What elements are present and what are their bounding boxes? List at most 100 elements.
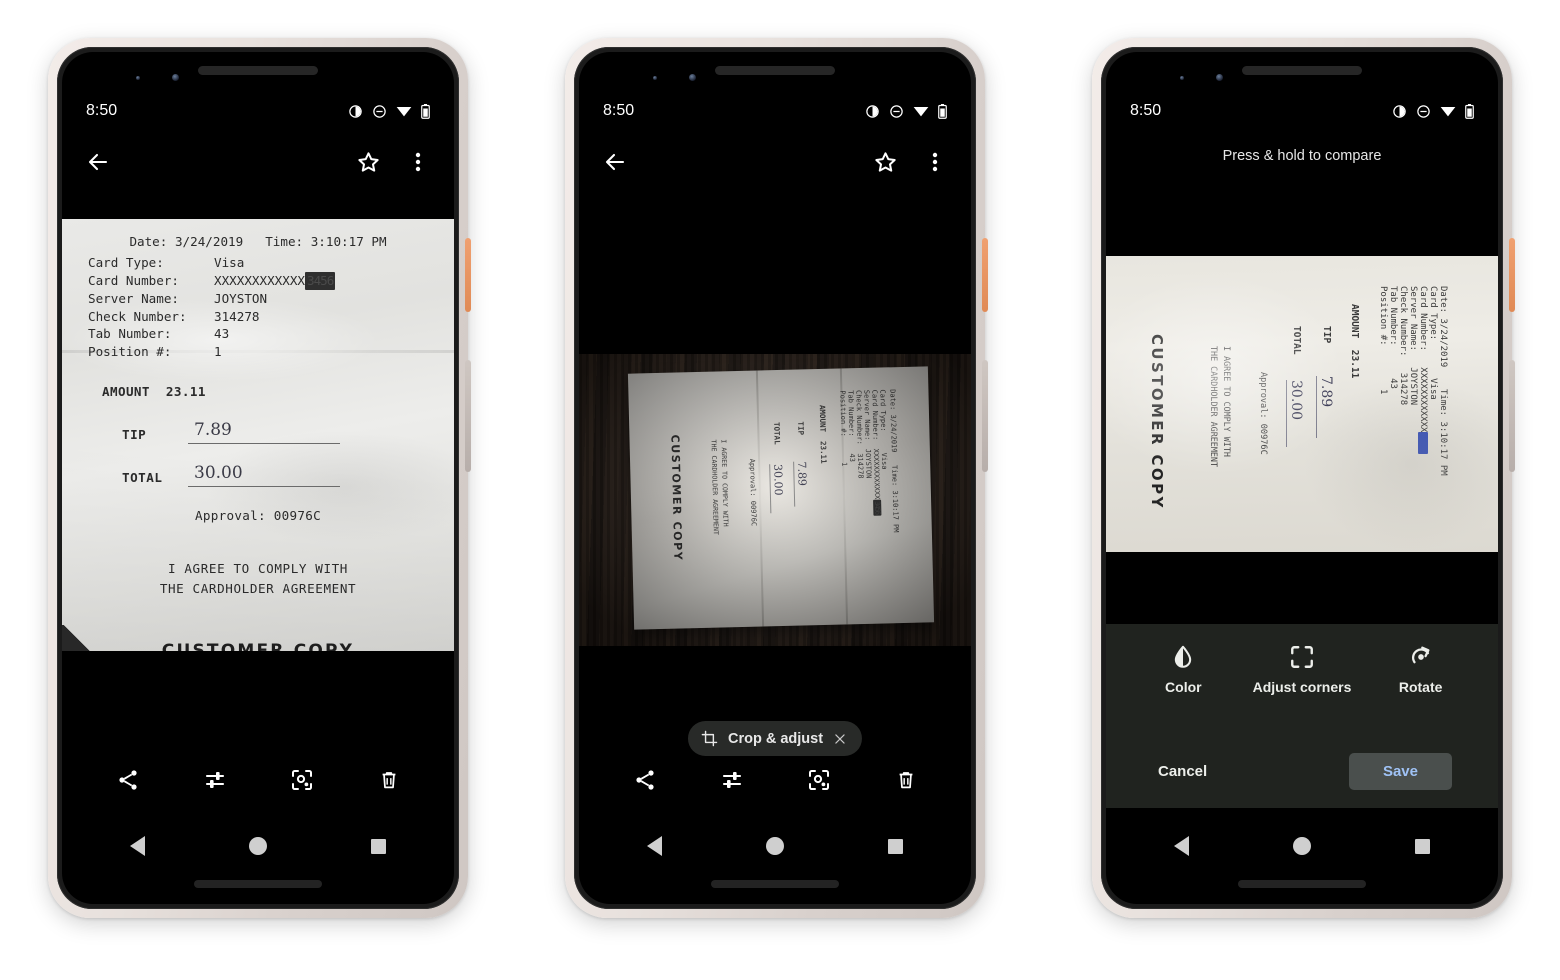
rot-tip-label: TIP (1321, 326, 1332, 343)
tool-rotate[interactable]: Rotate (1366, 644, 1476, 697)
tune-icon[interactable] (718, 766, 746, 794)
share-icon[interactable] (114, 766, 142, 794)
crop-and-adjust-chip[interactable]: Crop & adjust (687, 721, 863, 756)
volume-button[interactable] (465, 360, 471, 472)
original-photo[interactable]: Date: 3/24/2019 Time: 3:10:17 PM Card Ty… (579, 354, 971, 646)
redacted-digits: 3456 (305, 271, 336, 290)
rot-total-value: 30.00 (769, 463, 786, 514)
rot-field-5: Position #: 1 (838, 390, 848, 466)
nav-back-icon[interactable] (130, 836, 145, 856)
field-value: Visa (879, 452, 889, 470)
field-value: 43 (1388, 378, 1398, 389)
total-label: TOTAL (122, 470, 163, 486)
rotated-receipt-text: Date: 3/24/2019 Time: 3:10:17 PM Card Ty… (1106, 256, 1498, 552)
star-icon[interactable] (871, 148, 899, 176)
receipt-date-value: 3/24/2019 (174, 234, 244, 249)
tune-icon[interactable] (201, 766, 229, 794)
battery-icon (938, 103, 947, 119)
status-bar: 8:50 (1106, 98, 1498, 124)
field-key: Position #: (88, 344, 172, 360)
receipt-time-value: 3:10:17 PM (890, 490, 900, 533)
tip-value: 7.89 (188, 418, 340, 445)
customer-copy-text: CUSTOMER COPY (1148, 334, 1166, 510)
receipt-date-label: Date: (129, 234, 168, 249)
cancel-button[interactable]: Cancel (1152, 753, 1213, 790)
bottom-speaker (711, 880, 839, 888)
rotated-receipt-preview[interactable]: Date: 3/24/2019 Time: 3:10:17 PM Card Ty… (1106, 256, 1498, 552)
tool-adjust-corners[interactable]: Adjust corners (1247, 644, 1357, 697)
agreement-line-2: THE CARDHOLDER AGREEMENT (709, 439, 720, 535)
sensor-dot (1180, 76, 1184, 80)
status-bar: 8:50 (579, 98, 971, 124)
field-value: Visa (1428, 378, 1438, 400)
receipt-time-value: 3:10:17 PM (1438, 421, 1448, 476)
delete-icon[interactable] (892, 766, 920, 794)
rot-amount: AMOUNT 23.11 (818, 405, 828, 464)
document-toolbar (62, 752, 454, 808)
document-toolbar (579, 752, 971, 808)
power-button[interactable] (982, 238, 988, 312)
rot-date-line: Date: 3/24/2019 Time: 3:10:17 PM (888, 389, 899, 532)
more-options-icon[interactable] (921, 148, 949, 176)
receipt-date-label: Date: (1438, 286, 1448, 314)
tool-rotate-label: Rotate (1398, 679, 1443, 695)
volume-button[interactable] (982, 360, 988, 472)
volume-button[interactable] (1509, 360, 1515, 472)
nav-recents-icon[interactable] (1415, 838, 1430, 854)
power-button[interactable] (465, 238, 471, 312)
field-key: Tab Number: (88, 326, 172, 342)
receipt-time-value: 3:10:17 PM (310, 234, 387, 249)
do-not-disturb-icon (890, 104, 903, 118)
tool-adjust-corners-label: Adjust corners (1252, 679, 1352, 695)
field-key: Server Name: (1408, 286, 1418, 352)
brightness-icon (866, 104, 879, 118)
nav-home-icon[interactable] (766, 837, 784, 855)
nav-recents-icon[interactable] (888, 838, 903, 854)
rot-field-3: Check Number: 314278 (854, 390, 864, 479)
agreement-line-1: I AGREE TO COMPLY WITH (1222, 346, 1232, 457)
scanned-receipt-image[interactable]: Date: 3/24/2019 Time: 3:10:17 PM Card Ty… (62, 219, 454, 651)
rot-amount: AMOUNT 23.11 (1349, 304, 1360, 378)
nav-back-icon[interactable] (647, 836, 662, 856)
power-button[interactable] (1509, 238, 1515, 312)
rot-approval: Approval: 00976C (748, 459, 758, 527)
delete-icon[interactable] (375, 766, 403, 794)
rot-tip-value: 7.89 (793, 461, 810, 508)
nav-back-icon[interactable] (1174, 836, 1189, 856)
phone-1-bezel: 8:50 Date: 3/24/2019 Time: 3:10:17 PM Ca… (57, 47, 459, 909)
close-icon[interactable] (833, 732, 847, 746)
approval-line: Approval: 00976C (194, 508, 322, 524)
field-value: 1 (214, 344, 222, 360)
field-key: Card Number: (870, 389, 880, 441)
receipt-field-row: Card Type: Visa (88, 254, 428, 272)
back-arrow-icon[interactable] (601, 148, 629, 176)
crop-icon (701, 730, 718, 747)
rot-customer-copy: CUSTOMER COPY (668, 434, 684, 561)
field-value: JOYSTON (1408, 367, 1418, 406)
field-value: 1 (1378, 388, 1388, 395)
earpiece-speaker (715, 66, 835, 75)
tool-color-label: Color (1165, 679, 1202, 695)
star-icon[interactable] (354, 148, 382, 176)
amount-value: 23.11 (165, 384, 206, 400)
app-bar-actions (354, 148, 432, 176)
app-bar (579, 134, 971, 190)
lens-icon[interactable] (288, 766, 316, 794)
share-icon[interactable] (631, 766, 659, 794)
rotate-icon (1411, 646, 1430, 664)
phone-3-screen: 8:50 Press & hold to compare Date: 3/24/… (1106, 52, 1498, 904)
nav-home-icon[interactable] (1293, 837, 1311, 855)
save-button[interactable]: Save (1348, 753, 1452, 790)
lens-icon[interactable] (805, 766, 833, 794)
more-options-icon[interactable] (404, 148, 432, 176)
receipt-time-label: Time: (890, 465, 899, 487)
nav-recents-icon[interactable] (371, 838, 386, 854)
back-arrow-icon[interactable] (84, 148, 112, 176)
nav-home-icon[interactable] (249, 837, 267, 855)
field-value: 43 (847, 453, 857, 463)
rot-field-2: Server Name: JOYSTON (862, 390, 872, 479)
receipt-date-label: Date: (888, 389, 897, 411)
do-not-disturb-icon (1417, 104, 1430, 118)
tool-color[interactable]: Color (1128, 644, 1238, 697)
rot-field-4: Tab Number: 43 (846, 390, 856, 462)
